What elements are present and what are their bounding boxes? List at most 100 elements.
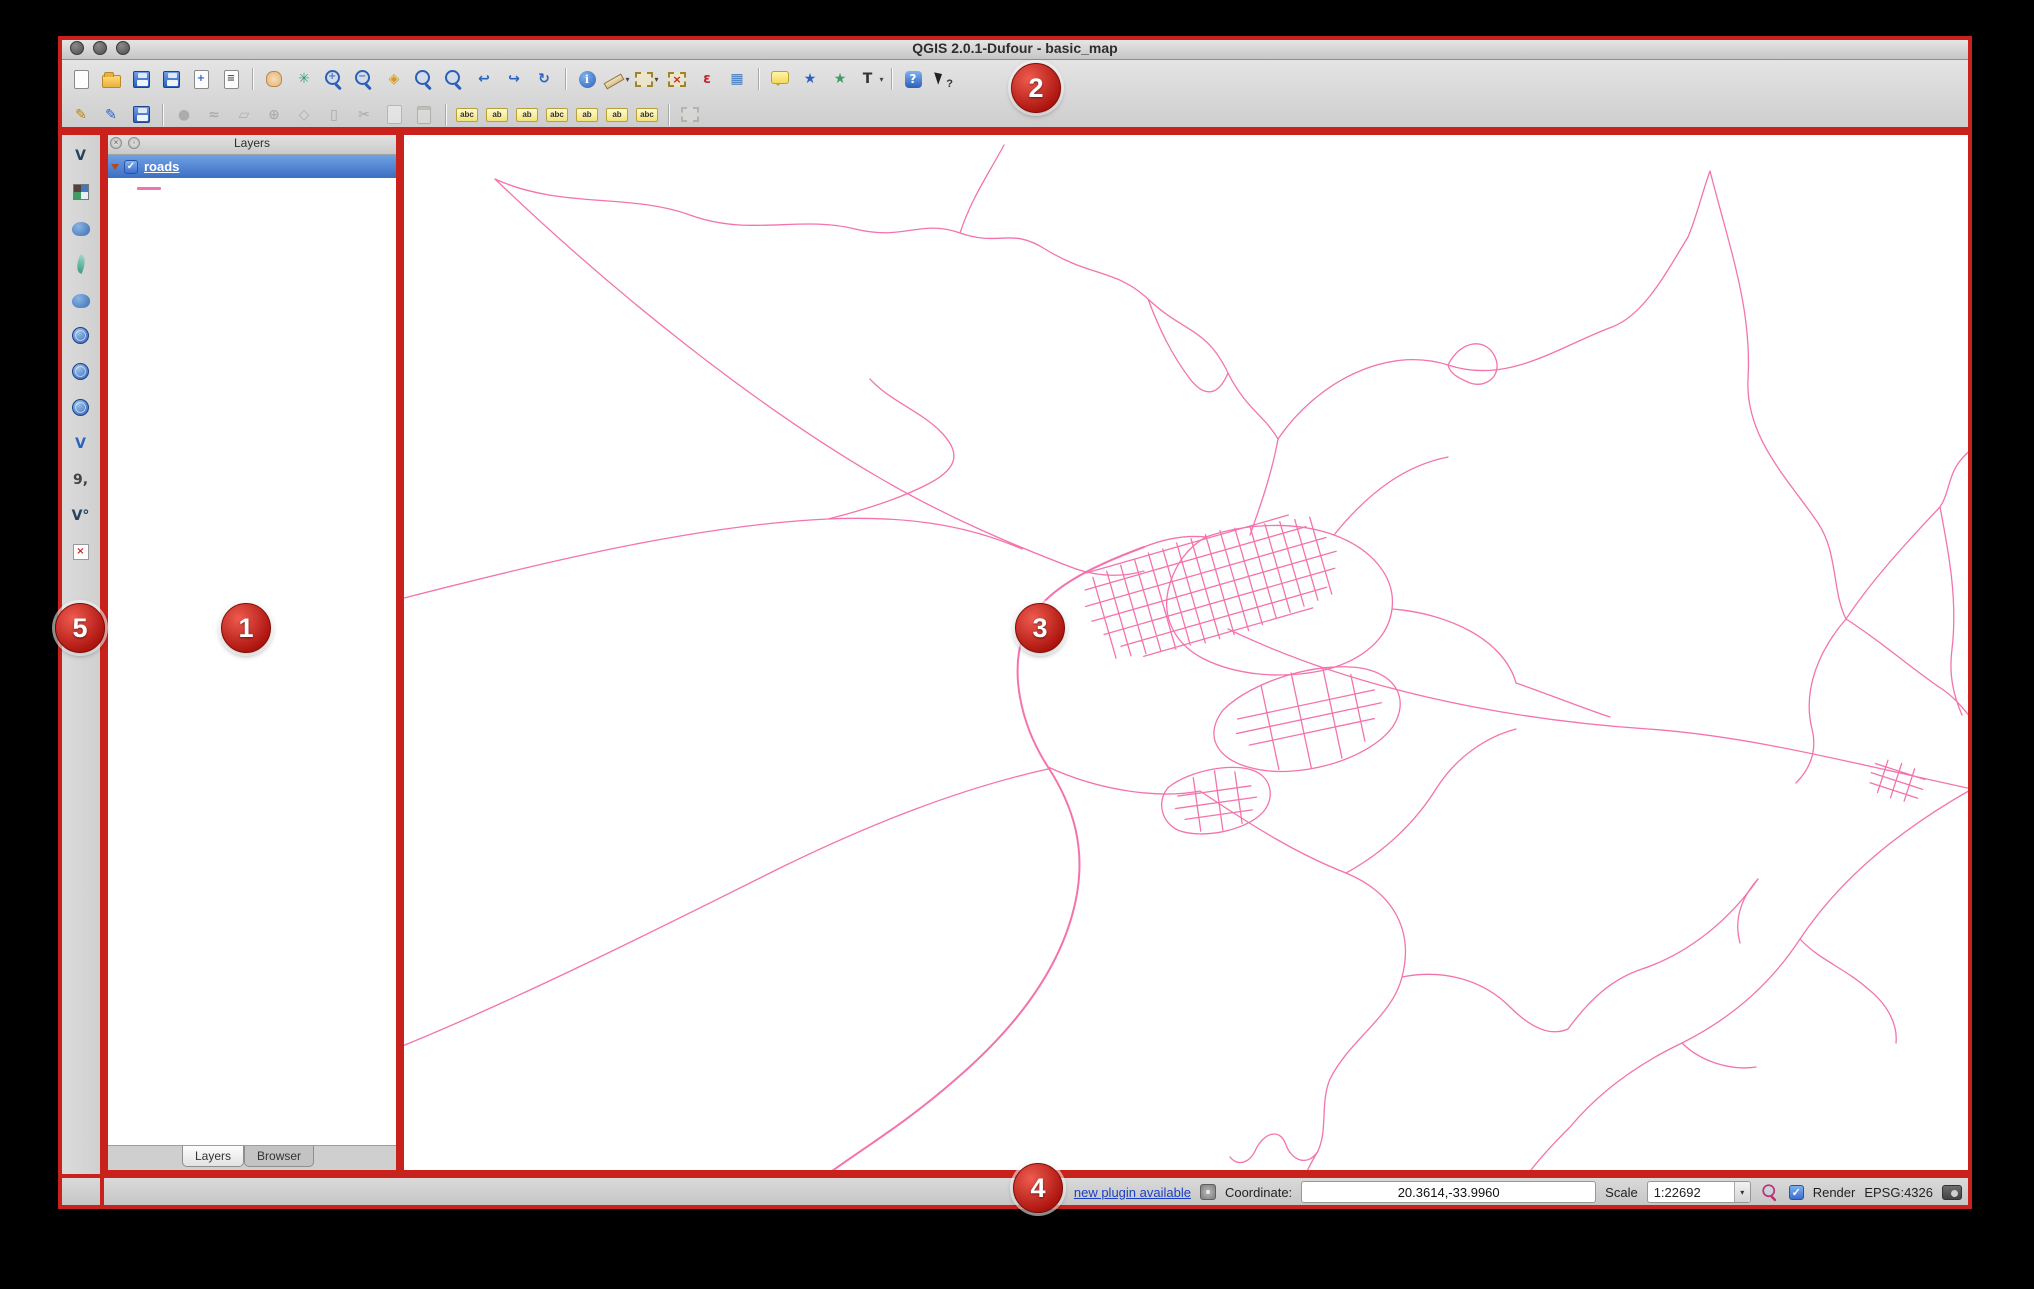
add-vector-layer-button[interactable]: V	[64, 141, 98, 170]
label-pin-button[interactable]: ab	[482, 101, 512, 128]
identify-features-icon: i	[578, 70, 596, 88]
add-wfs-layer-button[interactable]: V	[64, 429, 98, 458]
add-postgis-layer-button[interactable]	[64, 213, 98, 242]
label-highlight-button[interactable]: ab	[512, 101, 542, 128]
select-by-expression-button[interactable]: ε	[692, 66, 722, 93]
select-features-button[interactable]: ▾	[632, 66, 662, 93]
measure-line-dropdown-icon[interactable]: ▾	[625, 75, 629, 84]
render-checkbox[interactable]: ✓	[1788, 1184, 1804, 1200]
zoom-last-button[interactable]: ↩	[469, 66, 499, 93]
whats-this-button[interactable]	[928, 66, 958, 93]
new-print-composer-button[interactable]: +	[186, 66, 216, 93]
toolbar-separator	[252, 68, 253, 90]
deselect-features-button[interactable]: ×	[662, 66, 692, 93]
zoom-to-layer-button[interactable]	[439, 66, 469, 93]
add-mssql-layer-button[interactable]	[64, 285, 98, 314]
label-show-hide-button[interactable]: abc	[542, 101, 572, 128]
annotation-tool-dropdown-icon[interactable]: ▾	[879, 75, 883, 84]
zoom-full-icon: ◈	[388, 71, 400, 87]
label-rotate-button[interactable]: ab	[602, 101, 632, 128]
zoom-in-button[interactable]: +	[319, 66, 349, 93]
node-tool-icon: ◇	[298, 106, 310, 123]
title-bar[interactable]: QGIS 2.0.1-Dufour - basic_map	[58, 36, 1972, 60]
add-wcs-layer-button[interactable]	[64, 393, 98, 422]
help-contents-button[interactable]: ?	[898, 66, 928, 93]
label-move-icon: ab	[576, 107, 598, 122]
map-refresh-button[interactable]: ↻	[529, 66, 559, 93]
text-annotation-button[interactable]	[765, 66, 795, 93]
layer-visibility-checkbox[interactable]: ✓	[124, 159, 138, 174]
open-attribute-table-button[interactable]: ▦	[722, 66, 752, 93]
roads-map-svg	[400, 144, 1972, 1174]
capture-line-icon: ≈	[208, 106, 220, 123]
new-bookmark-button[interactable]: ★	[825, 66, 855, 93]
pan-map-icon	[266, 71, 282, 87]
remove-layer-button[interactable]: ×	[64, 537, 98, 566]
map-canvas[interactable]	[400, 131, 1972, 1174]
identify-features-button[interactable]: i	[572, 66, 602, 93]
add-delimited-text-layer-button[interactable]: 9,	[64, 465, 98, 494]
label-move-button[interactable]: ab	[572, 101, 602, 128]
toolbar-separator	[445, 103, 446, 126]
open-project-button[interactable]	[96, 66, 126, 93]
show-bookmarks-button[interactable]: ★	[795, 66, 825, 93]
add-wcs-layer-icon	[72, 399, 89, 416]
layers-panel-header: × ◦ Layers	[104, 131, 400, 155]
paste-features-button	[409, 101, 439, 128]
zoom-to-selection-button[interactable]	[409, 66, 439, 93]
crs-status-icon[interactable]	[1942, 1184, 1962, 1200]
line-symbol-swatch	[137, 186, 161, 190]
layers-panel-title: Layers	[233, 135, 271, 150]
pan-to-selection-button[interactable]: ✳	[289, 66, 319, 93]
scale-combobox[interactable]: 1:22692 ▾	[1646, 1181, 1751, 1203]
layer-item-roads[interactable]: ✓ roads	[105, 155, 399, 178]
add-postgis-layer-icon	[71, 221, 90, 236]
zoom-out-button[interactable]: −	[349, 66, 379, 93]
window-title: QGIS 2.0.1-Dufour - basic_map	[912, 39, 1118, 56]
toolbar-separator	[162, 103, 163, 126]
save-project-as-button[interactable]	[156, 66, 186, 93]
add-wms-layer-button[interactable]	[64, 357, 98, 386]
zoom-out-icon: −	[354, 69, 374, 89]
labeling-button[interactable]: abc	[452, 101, 482, 128]
add-spatialite-layer-button[interactable]	[64, 249, 98, 278]
chevron-down-icon[interactable]: ▾	[1733, 1182, 1750, 1202]
plugin-icon[interactable]	[1199, 1184, 1216, 1200]
label-pin-icon: ab	[486, 107, 508, 122]
new-project-icon	[73, 69, 89, 89]
show-bookmarks-icon: ★	[803, 71, 817, 87]
save-project-button[interactable]	[126, 66, 156, 93]
expander-icon[interactable]	[111, 163, 119, 170]
toggle-editing-button[interactable]: ✎	[96, 101, 126, 128]
add-raster-layer-button[interactable]	[64, 177, 98, 206]
new-shapefile-layer-button[interactable]: V°	[64, 501, 98, 530]
zoom-next-button[interactable]: ↪	[499, 66, 529, 93]
new-shapefile-layer-icon: V°	[71, 507, 90, 524]
zoom-last-icon: ↩	[478, 71, 490, 87]
current-edits-button[interactable]: ✎	[66, 101, 96, 128]
select-features-dropdown-icon[interactable]: ▾	[654, 75, 658, 84]
zoom-to-layer-icon	[444, 69, 464, 89]
measure-line-button[interactable]: ▾	[602, 66, 632, 93]
scale-magnifier-icon[interactable]	[1761, 1184, 1778, 1201]
zoom-full-button[interactable]: ◈	[379, 66, 409, 93]
coordinate-input[interactable]	[1301, 1181, 1597, 1203]
qgis-window: QGIS 2.0.1-Dufour - basic_map + ≡ ✳ + − ◈ ↩ ↪ ↻ i…	[58, 36, 1972, 1209]
open-attribute-table-icon: ▦	[730, 71, 744, 87]
zoom-to-selection-icon	[414, 69, 434, 89]
tab-layers[interactable]: Layers	[182, 1146, 245, 1167]
composer-manager-button[interactable]: ≡	[216, 66, 246, 93]
new-plugin-link[interactable]: new plugin available	[1074, 1185, 1191, 1200]
label-change-button[interactable]: abc	[632, 101, 662, 128]
new-bookmark-icon: ★	[833, 71, 847, 87]
whats-this-icon	[932, 68, 954, 90]
select-by-expression-icon: ε	[703, 71, 711, 87]
new-project-button[interactable]	[66, 66, 96, 93]
annotation-tool-button[interactable]: T ▾	[855, 66, 885, 93]
tab-browser[interactable]: Browser	[244, 1146, 315, 1167]
save-layer-edits-button[interactable]	[126, 101, 156, 128]
pan-map-button[interactable]	[259, 66, 289, 93]
add-wms-layer-icon	[72, 363, 89, 380]
add-oracle-layer-button[interactable]	[64, 321, 98, 350]
capture-line-button: ≈	[199, 101, 229, 128]
